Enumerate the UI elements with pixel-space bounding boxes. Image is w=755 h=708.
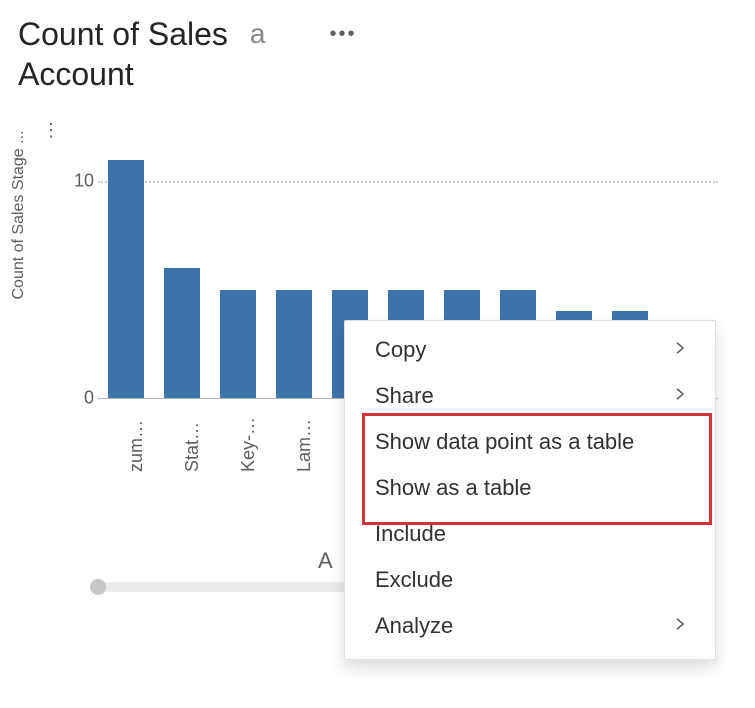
- ctx-share-label: Share: [375, 383, 434, 409]
- xlabel-key-tex: Key-tex...: [238, 416, 259, 472]
- bar-slot: [266, 138, 322, 398]
- ctx-exclude[interactable]: Exclude: [345, 557, 715, 603]
- ctx-share[interactable]: Share: [345, 373, 715, 419]
- ctx-copy-label: Copy: [375, 337, 426, 363]
- ctx-include[interactable]: Include: [345, 511, 715, 557]
- bar-slot: [98, 138, 154, 398]
- ctx-analyze-label: Analyze: [375, 613, 453, 639]
- context-menu: Copy Share Show data point as a table Sh…: [344, 320, 716, 660]
- yaxis-label: Count of Sales Stage ...: [10, 100, 28, 330]
- more-icon[interactable]: •••: [329, 23, 356, 46]
- scrollbar-thumb[interactable]: [90, 579, 106, 595]
- ghost-char: a: [250, 18, 266, 50]
- xlabel-statcom: Statcom: [182, 416, 203, 472]
- bar-statcom[interactable]: [164, 268, 200, 398]
- ytick-0: 0: [64, 388, 94, 409]
- chart-title-line1: Count of Sales: [18, 14, 228, 54]
- ytick-10: 10: [64, 171, 94, 192]
- yaxis-menu-icon[interactable]: ⋮: [42, 120, 60, 141]
- chevron-right-icon: [671, 613, 689, 639]
- ctx-exclude-label: Exclude: [375, 567, 453, 593]
- bar-slot: [210, 138, 266, 398]
- bar-lamdex[interactable]: [276, 290, 312, 398]
- ctx-copy[interactable]: Copy: [345, 327, 715, 373]
- xlabel-zumplus: zumplus: [126, 416, 147, 472]
- xaxis-label: A: [318, 548, 333, 574]
- ctx-analyze[interactable]: Analyze: [345, 603, 715, 649]
- bar-zumplus[interactable]: [108, 160, 144, 398]
- ctx-show-data-point-as-table[interactable]: Show data point as a table: [345, 419, 715, 465]
- ctx-show-data-point-as-table-label: Show data point as a table: [375, 429, 634, 455]
- bar-slot: [154, 138, 210, 398]
- chevron-right-icon: [671, 383, 689, 409]
- title-row: Count of Sales a: [18, 14, 737, 54]
- ctx-show-as-table[interactable]: Show as a table: [345, 465, 715, 511]
- chart-title-line2: Account: [18, 54, 737, 94]
- ctx-show-as-table-label: Show as a table: [375, 475, 532, 501]
- bar-key-tex[interactable]: [220, 290, 256, 398]
- ctx-include-label: Include: [375, 521, 446, 547]
- chevron-right-icon: [671, 337, 689, 363]
- xlabel-lamdex: Lamdex...: [294, 416, 315, 472]
